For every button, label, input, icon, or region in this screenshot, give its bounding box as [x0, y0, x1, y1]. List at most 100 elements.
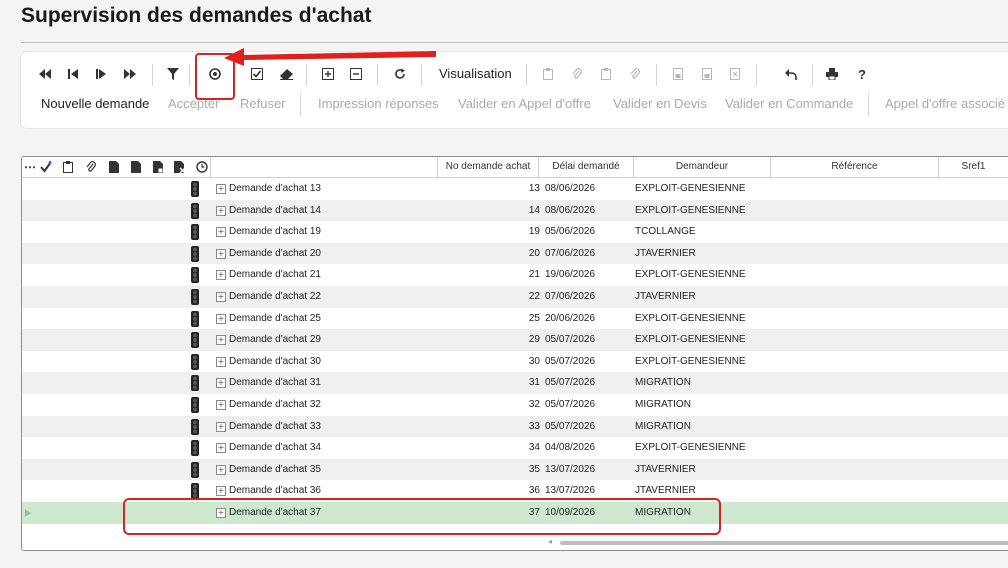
toolbar-separator [189, 64, 190, 86]
clipboard-icon[interactable] [538, 62, 558, 86]
current-row-indicator [25, 508, 31, 517]
doc-icon[interactable] [697, 62, 717, 86]
col-header-no-demande[interactable]: No demande achat [437, 157, 538, 177]
valider-devis-button[interactable]: Valider en Devis [613, 96, 707, 111]
expand-icon[interactable]: + [216, 399, 226, 410]
expand-icon[interactable]: + [216, 313, 226, 324]
visualisation-button[interactable]: Visualisation [439, 66, 512, 81]
nouvelle-demande-button[interactable]: Nouvelle demande [41, 96, 149, 111]
toolbar-separator [656, 64, 657, 86]
undo-icon[interactable] [781, 62, 801, 86]
table-row[interactable]: + Demande d'achat 34 34 04/08/2026 EXPLO… [22, 437, 1008, 459]
doc-cancel-icon[interactable] [172, 158, 188, 176]
expand-icon[interactable]: + [216, 464, 226, 475]
valider-appel-offre-button[interactable]: Valider en Appel d'offre [458, 96, 591, 111]
cell-demandeur: JTAVERNIER [635, 463, 696, 475]
table-row[interactable]: + Demande d'achat 29 29 05/07/2026 EXPLO… [22, 329, 1008, 351]
toolbar-separator [152, 64, 153, 86]
col-header-delai[interactable]: Délai demandé [538, 157, 633, 177]
cell-delai: 07/06/2026 [545, 247, 596, 259]
expand-icon[interactable]: + [216, 378, 226, 389]
expand-icon[interactable]: + [216, 443, 226, 454]
table-row[interactable]: + Demande d'achat 25 25 20/06/2026 EXPLO… [22, 308, 1008, 330]
col-header-sref1[interactable]: Sref1 [938, 157, 1008, 177]
doc-icon[interactable] [150, 158, 166, 176]
cell-designation: Demande d'achat 13 [229, 183, 321, 194]
scrollbar-thumb[interactable] [560, 541, 1008, 545]
doc-icon[interactable] [725, 62, 745, 86]
expand-icon[interactable]: + [216, 248, 226, 259]
traffic-light-icon [190, 483, 200, 500]
horizontal-scrollbar[interactable]: ◂ [542, 537, 1008, 546]
table-row[interactable]: + Demande d'achat 22 22 07/06/2026 JTAVE… [22, 285, 1008, 308]
help-icon[interactable]: ? [852, 62, 872, 86]
cell-no: 35 [528, 463, 540, 475]
clipboard-icon[interactable] [596, 62, 616, 86]
expand-icon[interactable]: + [216, 335, 226, 346]
cell-designation: Demande d'achat 22 [229, 290, 321, 302]
table-row[interactable]: + Demande d'achat 32 32 05/07/2026 MIGRA… [22, 394, 1008, 416]
cell-delai: 04/08/2026 [545, 442, 596, 454]
cell-delai: 20/06/2026 [545, 312, 596, 324]
expand-icon[interactable]: + [216, 291, 226, 302]
cell-delai: 08/06/2026 [545, 183, 596, 194]
attach-icon[interactable] [83, 158, 99, 176]
cell-demandeur: EXPLOIT-GENESIENNE [635, 442, 746, 454]
table-row[interactable]: + Demande d'achat 31 31 05/07/2026 MIGRA… [22, 372, 1008, 394]
action-separator [868, 94, 869, 116]
more-icon[interactable]: ⋯ [22, 158, 38, 176]
cell-demandeur: MIGRATION [635, 398, 691, 410]
expand-icon[interactable]: + [216, 205, 226, 216]
table-row[interactable]: + Demande d'achat 20 20 07/06/2026 JTAVE… [22, 242, 1008, 265]
attach-icon[interactable] [567, 62, 587, 86]
last-icon[interactable] [120, 62, 140, 86]
cell-delai: 08/06/2026 [545, 204, 596, 216]
expand-icon[interactable]: + [216, 184, 226, 194]
col-header-reference[interactable]: Référence [770, 157, 938, 177]
cell-no: 25 [528, 312, 540, 324]
traffic-light-icon [190, 245, 200, 262]
clipboard-icon[interactable] [60, 158, 76, 176]
table-row[interactable]: + Demande d'achat 21 21 19/06/2026 EXPLO… [22, 264, 1008, 286]
scroll-left-icon[interactable]: ◂ [548, 537, 552, 546]
action-separator [300, 94, 301, 116]
clock-icon[interactable] [194, 158, 210, 176]
table-row[interactable]: + Demande d'achat 33 33 05/07/2026 MIGRA… [22, 415, 1008, 438]
cell-delai: 19/06/2026 [545, 269, 596, 281]
doc-icon[interactable] [668, 62, 688, 86]
table-row[interactable]: + Demande d'achat 14 14 08/06/2026 EXPLO… [22, 199, 1008, 222]
next-icon[interactable] [91, 62, 111, 86]
valider-commande-button[interactable]: Valider en Commande [725, 96, 853, 111]
cell-no: 29 [528, 334, 540, 346]
col-header-demandeur[interactable]: Demandeur [633, 157, 770, 177]
filter-icon[interactable] [163, 62, 183, 86]
expand-icon[interactable]: + [216, 270, 226, 281]
check-status-icon[interactable] [38, 158, 54, 176]
page-title: Supervision des demandes d'achat [21, 4, 372, 27]
table-row[interactable]: + Demande d'achat 13 13 08/06/2026 EXPLO… [22, 178, 1008, 200]
cell-delai: 05/07/2026 [545, 398, 596, 410]
expand-icon[interactable]: + [216, 486, 226, 497]
appel-offre-associe-button[interactable]: Appel d'offre associé [885, 96, 1005, 111]
table-row[interactable]: + Demande d'achat 19 19 05/06/2026 TCOLL… [22, 221, 1008, 243]
table-row[interactable]: + Demande d'achat 30 30 05/07/2026 EXPLO… [22, 351, 1008, 373]
doc-icon[interactable] [128, 158, 144, 176]
expand-icon[interactable]: + [216, 227, 226, 238]
traffic-light-icon [190, 224, 200, 241]
expand-icon[interactable]: + [216, 356, 226, 367]
col-header-designation[interactable] [210, 157, 437, 177]
traffic-light-icon [190, 267, 200, 284]
first-icon[interactable] [35, 62, 55, 86]
grid-rows: + Demande d'achat 13 13 08/06/2026 EXPLO… [22, 178, 1008, 524]
impression-reponses-button[interactable]: Impression réponses [318, 96, 439, 111]
traffic-light-icon [190, 396, 200, 413]
attach-icon[interactable] [625, 62, 645, 86]
doc-icon[interactable] [106, 158, 122, 176]
refuser-button[interactable]: Refuser [240, 96, 286, 111]
print-icon[interactable] [822, 62, 842, 86]
cell-delai: 05/07/2026 [545, 377, 596, 389]
previous-icon[interactable] [63, 62, 83, 86]
cell-no: 21 [528, 269, 540, 281]
expand-icon[interactable]: + [216, 421, 226, 432]
table-row[interactable]: + Demande d'achat 35 35 13/07/2026 JTAVE… [22, 458, 1008, 481]
